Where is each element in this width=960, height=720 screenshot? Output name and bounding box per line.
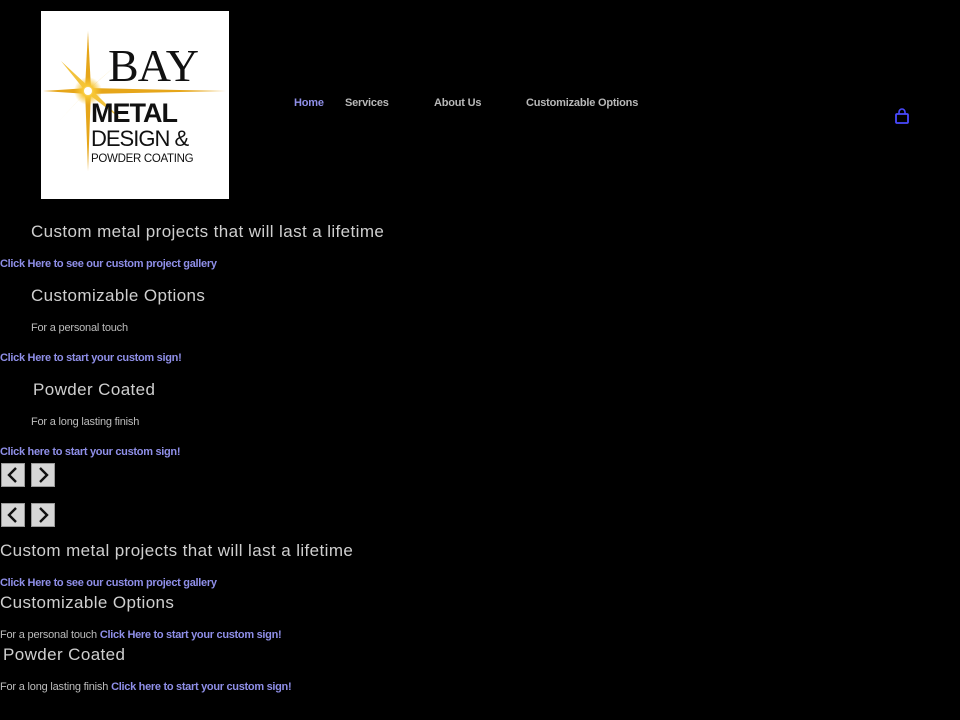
nav-item-services[interactable]: Services (345, 97, 389, 109)
list-2-heading: Customizable Options (0, 593, 175, 612)
bay-metal-logo[interactable]: BAY METAL DESIGN & POWDER COATING (41, 11, 229, 199)
cart-icon[interactable] (893, 107, 911, 125)
page: BAY METAL DESIGN & POWDER COATING Home S… (0, 0, 960, 720)
slide-3-heading: Powder Coated (33, 380, 156, 399)
slider-prev-button-secondary[interactable] (1, 503, 25, 527)
nav-item-home[interactable]: Home (294, 97, 324, 109)
list-3-line: For a long lasting finish Click here to s… (0, 681, 292, 693)
list-3-link[interactable]: Click here to start your custom sign! (111, 681, 292, 693)
slider-controls (1, 463, 57, 487)
logo-line-2: METAL (91, 98, 177, 128)
slide-2-link[interactable]: Click Here to start your custom sign! (0, 352, 182, 364)
slide-3-subtitle: For a long lasting finish (31, 416, 140, 428)
list-2-line: For a personal touch Click Here to start … (0, 629, 282, 641)
logo-line-3: DESIGN & (91, 126, 189, 151)
slider-controls-secondary (1, 503, 57, 527)
logo-line-1: BAY (108, 40, 199, 91)
chevron-left-icon (7, 507, 17, 523)
nav-item-customizable-options[interactable]: Customizable Options (526, 97, 638, 109)
logo-line-4: POWDER COATING (91, 153, 194, 165)
slide-2-subtitle: For a personal touch (31, 322, 128, 334)
chevron-left-icon (7, 467, 17, 483)
slide-3-link[interactable]: Click here to start your custom sign! (0, 446, 181, 458)
slider-next-button-secondary[interactable] (31, 503, 55, 527)
slider-prev-button[interactable] (1, 463, 25, 487)
slide-1-heading: Custom metal projects that will last a l… (31, 222, 385, 241)
chevron-right-icon (39, 507, 49, 523)
list-2-link[interactable]: Click Here to start your custom sign! (100, 629, 282, 641)
slide-1-link[interactable]: Click Here to see our custom project gal… (0, 258, 217, 270)
chevron-right-icon (39, 467, 49, 483)
slider-next-button[interactable] (31, 463, 55, 487)
slide-2-heading: Customizable Options (31, 286, 206, 305)
list-2-subtitle: For a personal touch (0, 629, 97, 641)
list-1-link[interactable]: Click Here to see our custom project gal… (0, 577, 217, 589)
list-3-heading: Powder Coated (3, 645, 126, 664)
list-3-subtitle: For a long lasting finish (0, 681, 109, 693)
list-1-heading: Custom metal projects that will last a l… (0, 541, 354, 560)
nav-item-about-us[interactable]: About Us (434, 97, 481, 109)
